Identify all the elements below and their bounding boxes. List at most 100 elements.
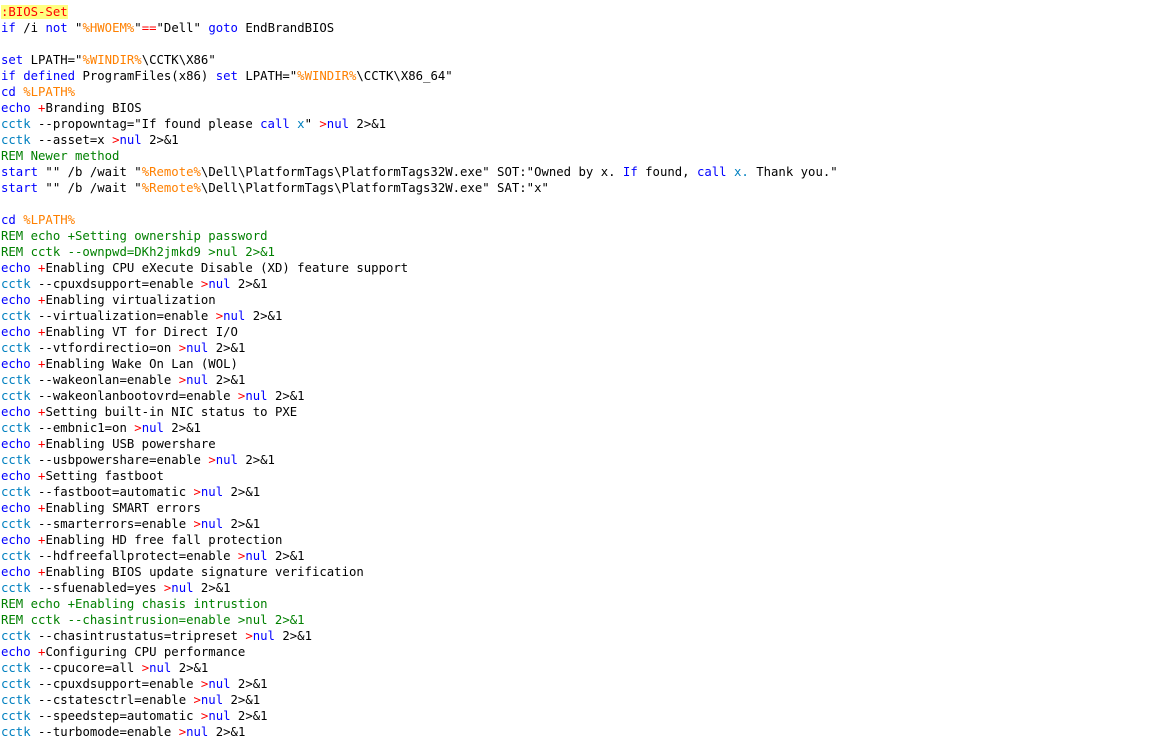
- text-token: --usbpowershare=enable: [30, 453, 209, 467]
- keyword-token: set: [1, 53, 24, 67]
- keyword-token: If: [622, 165, 638, 179]
- text-token: --sfuenabled=yes: [30, 581, 164, 595]
- code-line[interactable]: REM cctk --chasintrusion=enable >nul 2>&…: [1, 612, 838, 628]
- text-token: --embnic1=on: [30, 421, 135, 435]
- text-token: 2>&1: [230, 709, 268, 723]
- code-line[interactable]: cctk --speedstep=automatic >nul 2>&1: [1, 708, 838, 724]
- code-line[interactable]: cctk --vtfordirectio=on >nul 2>&1: [1, 340, 838, 356]
- code-line[interactable]: echo +Enabling VT for Direct I/O: [1, 324, 838, 340]
- code-editor[interactable]: :BIOS-Set if /i not "%HWOEM%"=="Dell" got…: [0, 0, 1166, 742]
- command-token: cctk: [1, 485, 31, 499]
- comment-token: REM Newer method: [1, 149, 120, 163]
- operator-token: >: [193, 517, 201, 531]
- text-token: 2>&1: [141, 133, 179, 147]
- command-token: cctk: [1, 341, 31, 355]
- keyword-token: nul: [186, 373, 209, 387]
- text-token: 2>&1: [208, 373, 246, 387]
- keyword-token: set: [215, 69, 238, 83]
- keyword-token: nul: [149, 661, 172, 675]
- keyword-token: start: [1, 181, 39, 195]
- code-line[interactable]: echo +Enabling HD free fall protection: [1, 532, 838, 548]
- comment-token: REM echo +Enabling chasis intrustion: [1, 597, 268, 611]
- code-line[interactable]: cctk --turbomode=enable >nul 2>&1: [1, 724, 838, 740]
- code-line[interactable]: cctk --sfuenabled=yes >nul 2>&1: [1, 580, 838, 596]
- code-line[interactable]: cd %LPATH%: [1, 84, 838, 100]
- code-line[interactable]: set LPATH="%WINDIR%\CCTK\X86": [1, 52, 838, 68]
- text-token: ProgramFiles(x86): [75, 69, 216, 83]
- code-line[interactable]: cctk --embnic1=on >nul 2>&1: [1, 420, 838, 436]
- code-line[interactable]: echo +Enabling BIOS update signature ver…: [1, 564, 838, 580]
- code-text-area[interactable]: :BIOS-Set if /i not "%HWOEM%"=="Dell" got…: [1, 4, 838, 740]
- text-token: 2>&1: [223, 693, 261, 707]
- code-line[interactable]: echo +Configuring CPU performance: [1, 644, 838, 660]
- keyword-token: echo: [1, 101, 31, 115]
- operator-token: >: [193, 693, 201, 707]
- code-line[interactable]: cctk --hdfreefallprotect=enable >nul 2>&…: [1, 548, 838, 564]
- text-token: LPATH=": [237, 69, 298, 83]
- code-line[interactable]: cctk --chasintrustatus=tripreset >nul 2>…: [1, 628, 838, 644]
- operator-token: >: [141, 661, 150, 675]
- code-line[interactable]: echo +Enabling SMART errors: [1, 500, 838, 516]
- code-line[interactable]: if defined ProgramFiles(x86) set LPATH="…: [1, 68, 838, 84]
- code-line[interactable]: echo +Setting built-in NIC status to PXE: [1, 404, 838, 420]
- text-token: \Dell\PlatformTags\PlatformTags32W.exe" …: [200, 181, 549, 195]
- code-line[interactable]: cctk --smarterrors=enable >nul 2>&1: [1, 516, 838, 532]
- code-line[interactable]: cctk --cpuxdsupport=enable >nul 2>&1: [1, 276, 838, 292]
- code-line[interactable]: REM echo +Setting ownership password: [1, 228, 838, 244]
- text-token: --wakeonlanbootovrd=enable: [30, 389, 238, 403]
- code-line[interactable]: start "" /b /wait "%Remote%\Dell\Platfor…: [1, 180, 838, 196]
- code-line[interactable]: :BIOS-Set: [1, 4, 838, 20]
- variable-token: %WINDIR%: [297, 69, 357, 83]
- code-line[interactable]: cctk --cpucore=all >nul 2>&1: [1, 660, 838, 676]
- code-line[interactable]: echo +Enabling CPU eXecute Disable (XD) …: [1, 260, 838, 276]
- code-line[interactable]: cctk --fastboot=automatic >nul 2>&1: [1, 484, 838, 500]
- code-line[interactable]: echo +Setting fastboot: [1, 468, 838, 484]
- command-token: cctk: [1, 581, 31, 595]
- code-line[interactable]: [1, 36, 838, 52]
- code-line[interactable]: echo +Enabling virtualization: [1, 292, 838, 308]
- code-line[interactable]: cctk --wakeonlan=enable >nul 2>&1: [1, 372, 838, 388]
- code-line[interactable]: cctk --propowntag="If found please call …: [1, 116, 838, 132]
- keyword-token: nul: [200, 517, 224, 531]
- keyword-token: echo: [1, 437, 31, 451]
- code-line[interactable]: cctk --usbpowershare=enable >nul 2>&1: [1, 452, 838, 468]
- command-token: cctk: [1, 421, 31, 435]
- code-line[interactable]: cctk --wakeonlanbootovrd=enable >nul 2>&…: [1, 388, 838, 404]
- text-token: --speedstep=automatic: [30, 709, 201, 723]
- keyword-token: echo: [1, 261, 31, 275]
- text-token: Configuring CPU performance: [45, 645, 246, 659]
- code-line[interactable]: echo +Branding BIOS: [1, 100, 838, 116]
- code-line[interactable]: REM Newer method: [1, 148, 838, 164]
- text-token: 2>&1: [208, 725, 246, 739]
- variable-token: %WINDIR%: [82, 53, 142, 67]
- code-line[interactable]: echo +Enabling USB powershare: [1, 436, 838, 452]
- code-line[interactable]: cctk --virtualization=enable >nul 2>&1: [1, 308, 838, 324]
- text-token: 2>&1: [208, 341, 246, 355]
- operator-token: >: [178, 373, 187, 387]
- text-token: --cpuxdsupport=enable: [30, 277, 201, 291]
- text-token: "Dell": [156, 21, 209, 35]
- code-line[interactable]: cd %LPATH%: [1, 212, 838, 228]
- code-line[interactable]: REM echo +Enabling chasis intrustion: [1, 596, 838, 612]
- code-line[interactable]: start "" /b /wait "%Remote%\Dell\Platfor…: [1, 164, 838, 180]
- keyword-token: cd: [1, 85, 16, 99]
- operator-token: >: [215, 309, 224, 323]
- code-line[interactable]: cctk --cpuxdsupport=enable >nul 2>&1: [1, 676, 838, 692]
- keyword-token: call: [260, 117, 290, 131]
- comment-token: REM echo +Setting ownership password: [1, 229, 268, 243]
- text-token: \Dell\PlatformTags\PlatformTags32W.exe" …: [200, 165, 623, 179]
- command-token: cctk: [1, 133, 31, 147]
- code-line[interactable]: echo +Enabling Wake On Lan (WOL): [1, 356, 838, 372]
- command-token: cctk: [1, 677, 31, 691]
- code-line[interactable]: cctk --cstatesctrl=enable >nul 2>&1: [1, 692, 838, 708]
- code-line[interactable]: REM cctk --ownpwd=DKh2jmkd9 >nul 2>&1: [1, 244, 838, 260]
- code-line[interactable]: if /i not "%HWOEM%"=="Dell" goto EndBran…: [1, 20, 838, 36]
- text-token: Enabling virtualization: [45, 293, 216, 307]
- operator-token: >: [178, 341, 187, 355]
- text-token: 2>&1: [223, 517, 261, 531]
- text-token: ": [304, 117, 320, 131]
- text-token: found,: [637, 165, 697, 179]
- code-line[interactable]: [1, 196, 838, 212]
- code-line[interactable]: cctk --asset=x >nul 2>&1: [1, 132, 838, 148]
- command-token: cctk: [1, 277, 31, 291]
